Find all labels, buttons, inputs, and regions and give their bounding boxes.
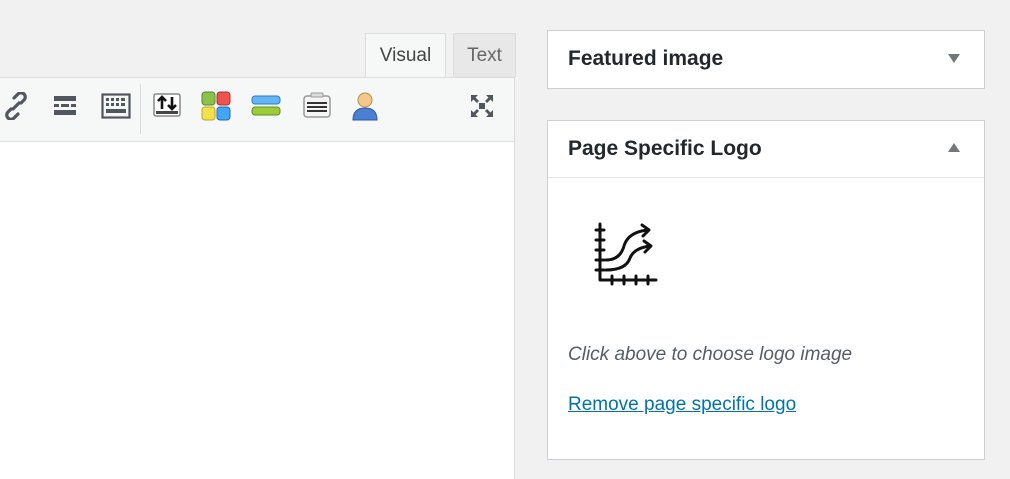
link-button[interactable] — [0, 90, 32, 125]
stacked-bars-button[interactable] — [250, 92, 282, 124]
post-editor: Visual Text — [0, 0, 516, 479]
read-more-button[interactable] — [49, 92, 81, 124]
text-lines-icon — [302, 92, 332, 125]
user-button[interactable] — [349, 92, 381, 124]
fullscreen-button[interactable] — [466, 92, 498, 124]
grid-blocks-button[interactable] — [200, 91, 232, 126]
logo-image[interactable] — [592, 218, 662, 288]
link-icon — [2, 90, 30, 125]
editor-tabs: Visual Text — [0, 0, 516, 77]
triangle-down-icon[interactable] — [948, 54, 960, 63]
import-export-icon — [152, 91, 182, 126]
fullscreen-icon — [469, 93, 495, 124]
text-lines-button[interactable] — [301, 92, 333, 124]
read-more-icon — [52, 94, 78, 123]
page-logo-header[interactable]: Page Specific Logo — [548, 121, 984, 178]
featured-image-header[interactable]: Featured image — [548, 31, 984, 87]
logo-hint: Click above to choose logo image — [568, 344, 853, 365]
page-logo-title: Page Specific Logo — [568, 137, 762, 160]
import-export-button[interactable] — [151, 92, 183, 124]
tab-visual[interactable]: Visual — [365, 33, 446, 77]
featured-image-box: Featured image — [547, 30, 985, 89]
grid-blocks-icon — [201, 91, 231, 126]
triangle-up-icon[interactable] — [948, 143, 960, 152]
tab-text[interactable]: Text — [453, 33, 516, 77]
editor-frame — [0, 77, 515, 479]
toolbar-toggle-button[interactable] — [100, 92, 132, 124]
growth-chart-icon — [594, 222, 658, 286]
editor-toolbar — [0, 78, 514, 142]
featured-image-title: Featured image — [568, 47, 724, 70]
keyboard-icon — [101, 92, 131, 124]
toolbar-separator — [140, 84, 141, 134]
stacked-bars-icon — [251, 93, 281, 124]
user-icon — [351, 91, 379, 126]
page-logo-box: Page Specific Logo Click above to choose… — [547, 120, 985, 460]
remove-logo-link[interactable]: Remove page specific logo — [568, 394, 796, 416]
